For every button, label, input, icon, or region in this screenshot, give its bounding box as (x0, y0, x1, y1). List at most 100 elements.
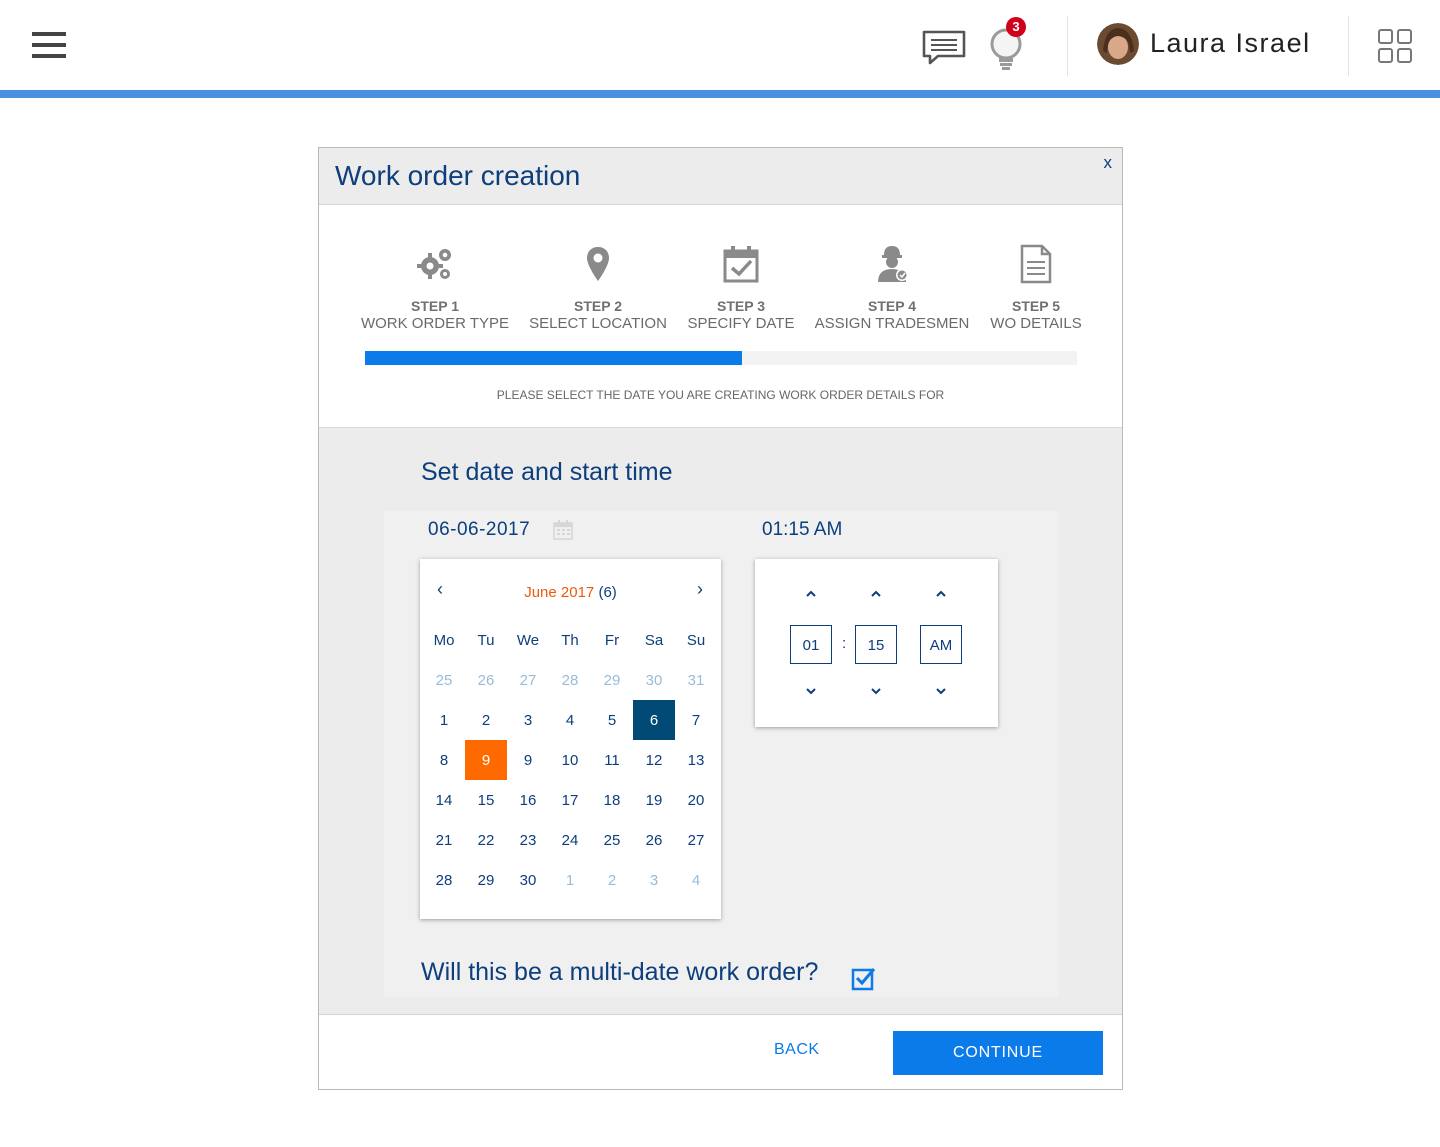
weekday-label: We (516, 631, 540, 649)
time-picker: 01 : 15 AM (755, 559, 998, 727)
calendar-day[interactable]: 3 (507, 700, 549, 740)
calendar-day[interactable]: 2 (465, 700, 507, 740)
calendar-day[interactable]: 7 (675, 700, 717, 740)
calendar-day[interactable]: 29 (465, 860, 507, 900)
calendar-week-row: 8 9 9 10 11 12 13 (423, 740, 719, 780)
calendar-day[interactable]: 27 (675, 820, 717, 860)
weekday-label: Tu (477, 631, 495, 649)
calendar-day[interactable]: 28 (423, 860, 465, 900)
modal-header: Work order creation x (319, 148, 1122, 205)
calendar-day[interactable]: 19 (633, 780, 675, 820)
modal-footer: BACK CONTINUE (319, 1014, 1122, 1089)
top-navigation-bar: 3 Laura Israel (0, 0, 1440, 90)
gears-icon (417, 249, 451, 279)
calendar-day[interactable]: 4 (549, 700, 591, 740)
user-name[interactable]: Laura Israel (1150, 28, 1311, 59)
calendar-day-outside-month[interactable]: 28 (549, 660, 591, 700)
avatar[interactable] (1097, 23, 1139, 65)
calendar-day[interactable]: 24 (549, 820, 591, 860)
month-name: June 2017 (524, 584, 595, 601)
worker-icon (878, 246, 908, 282)
time-input[interactable]: 01:15 AM (762, 519, 842, 541)
calendar-day[interactable]: 15 (465, 780, 507, 820)
calendar-day[interactable]: 11 (591, 740, 633, 780)
calendar-day[interactable]: 14 (423, 780, 465, 820)
steps-area: STEP 1 WORK ORDER TYPE STEP 2 SELECT LOC… (319, 206, 1122, 428)
calendar-day-outside-month[interactable]: 25 (423, 660, 465, 700)
calendar-day-outside-month[interactable]: 29 (591, 660, 633, 700)
month-count: (6) (594, 584, 617, 601)
map-pin-icon (587, 247, 609, 281)
minute-field[interactable]: 15 (855, 625, 897, 664)
calendar-day-outside-month[interactable]: 26 (465, 660, 507, 700)
calendar-day[interactable]: 26 (633, 820, 675, 860)
multi-date-checkbox[interactable] (851, 965, 877, 991)
calendar-week-row: 28 29 30 1 2 3 4 (423, 860, 719, 900)
apps-grid-icon[interactable] (1378, 29, 1412, 63)
hour-field[interactable]: 01 (790, 625, 832, 664)
calendar-day-outside-month[interactable]: 27 (507, 660, 549, 700)
date-time-section: Set date and start time 06-06-2017 01:15… (319, 428, 1122, 1014)
calendar-day-selected[interactable]: 6 (633, 700, 675, 740)
calendar-week-row: 1234567 (423, 700, 719, 740)
calendar-day-outside-month[interactable]: 2 (591, 860, 633, 900)
hamburger-menu-icon[interactable] (32, 32, 66, 58)
step-number: STEP 5 (1012, 298, 1060, 314)
work-order-modal: Work order creation x STEP 1 WORK ORDER … (318, 147, 1123, 1090)
calendar-day[interactable]: 10 (549, 740, 591, 780)
calendar-day[interactable]: 5 (591, 700, 633, 740)
close-button[interactable]: x (1104, 153, 1113, 173)
period-down-chevron-icon[interactable] (929, 681, 953, 701)
calendar-day-outside-month[interactable]: 4 (675, 860, 717, 900)
weekday-label: Sa (644, 631, 664, 649)
divider (1348, 16, 1349, 76)
calendar-grid: Mo Tu We Th Fr Sa Su 25 26 27 28 29 30 31 1 2 3 4 5 6 7 8 9 9 10… (423, 620, 719, 900)
calendar-day[interactable]: 16 (507, 780, 549, 820)
period-up-chevron-icon[interactable] (929, 583, 953, 603)
calendar-week-row: 21 22 23 24 25 26 27 (423, 820, 719, 860)
calendar-day-outside-month[interactable]: 30 (633, 660, 675, 700)
modal-title: Work order creation (335, 160, 581, 191)
calendar-day[interactable]: 23 (507, 820, 549, 860)
calendar-day-outside-month[interactable]: 31 (675, 660, 717, 700)
calendar-check-icon (723, 246, 759, 283)
minute-up-chevron-icon[interactable] (864, 583, 888, 603)
hour-up-chevron-icon[interactable] (799, 583, 823, 603)
hour-down-chevron-icon[interactable] (799, 681, 823, 701)
minute-down-chevron-icon[interactable] (864, 681, 888, 701)
calendar-week-row: 14 15 16 17 18 19 20 (423, 780, 719, 820)
back-button[interactable]: BACK (774, 1041, 820, 1059)
divider (1067, 16, 1068, 76)
calendar-day[interactable]: 20 (675, 780, 717, 820)
date-input[interactable]: 06-06-2017 (428, 519, 530, 541)
time-separator: : (842, 635, 847, 652)
calendar-day[interactable]: 13 (675, 740, 717, 780)
calendar-day[interactable]: 17 (549, 780, 591, 820)
section-title: Set date and start time (421, 458, 673, 486)
calendar-day[interactable]: 12 (633, 740, 675, 780)
calendar-week-row: 25 26 27 28 29 30 31 (423, 660, 719, 700)
next-month-button[interactable]: › (690, 579, 710, 600)
multi-date-question: Will this be a multi-date work order? (421, 958, 819, 986)
calendar-icon[interactable] (553, 520, 573, 540)
weekday-label: Fr (604, 631, 620, 649)
calendar-day[interactable]: 9 (507, 740, 549, 780)
continue-button[interactable]: CONTINUE (893, 1031, 1103, 1075)
calendar-day[interactable]: 1 (423, 700, 465, 740)
calendar-day-outside-month[interactable]: 1 (549, 860, 591, 900)
document-icon (1020, 244, 1052, 284)
period-field[interactable]: AM (920, 625, 962, 664)
step-label: WO DETAILS (990, 315, 1082, 332)
calendar-day[interactable]: 21 (423, 820, 465, 860)
instruction-text: PLEASE SELECT THE DATE YOU ARE CREATING … (496, 388, 945, 402)
calendar-day[interactable]: 25 (591, 820, 633, 860)
calendar-day-today[interactable]: 9 (465, 740, 507, 780)
chat-icon[interactable] (922, 30, 966, 66)
calendar-day-outside-month[interactable]: 3 (633, 860, 675, 900)
calendar-day[interactable]: 22 (465, 820, 507, 860)
weekday-label: Su (686, 631, 706, 649)
calendar-day[interactable]: 8 (423, 740, 465, 780)
calendar-day[interactable]: 18 (591, 780, 633, 820)
calendar-day[interactable]: 30 (507, 860, 549, 900)
notification-badge: 3 (1006, 17, 1026, 37)
